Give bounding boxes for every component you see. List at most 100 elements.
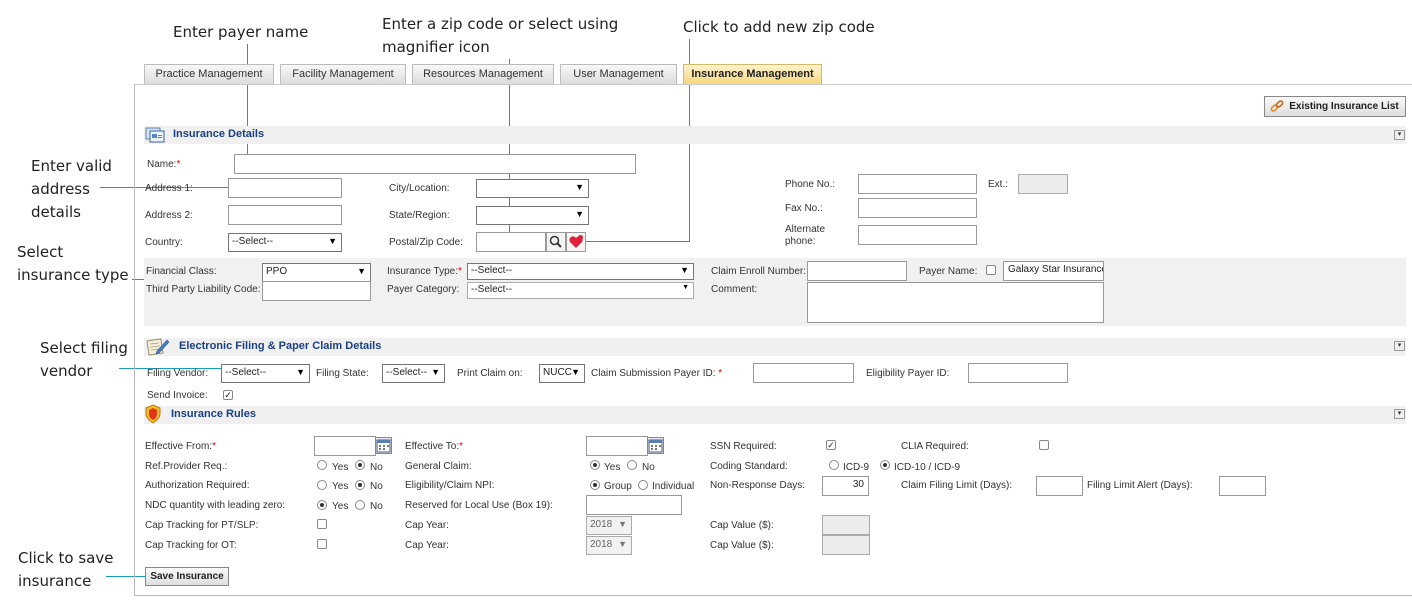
- reserved-local-input[interactable]: [586, 495, 682, 515]
- name-input[interactable]: [234, 154, 636, 174]
- existing-insurance-list-label: Existing Insurance List: [1289, 101, 1399, 112]
- callout-save-line1: Click to save: [18, 549, 114, 567]
- claim-filing-limit-input[interactable]: [1036, 476, 1083, 496]
- tab-resources-management[interactable]: Resources Management: [412, 64, 554, 84]
- state-select[interactable]: ▼: [476, 206, 589, 225]
- save-insurance-button[interactable]: Save Insurance: [145, 567, 229, 586]
- filing-vendor-value: --Select--: [225, 367, 267, 378]
- alt-phone-input[interactable]: [858, 225, 977, 245]
- ssn-required-checkbox[interactable]: ✓: [826, 440, 836, 450]
- cap-ot-checkbox[interactable]: [317, 539, 327, 549]
- address1-input[interactable]: [228, 178, 342, 198]
- eligibility-payer-label: Eligibility Payer ID:: [866, 368, 950, 379]
- auth-required-label: Authorization Required:: [145, 480, 250, 491]
- payer-category-select[interactable]: --Select-- ▼: [467, 282, 694, 299]
- payer-category-value: --Select--: [471, 284, 513, 295]
- phone-input[interactable]: [858, 174, 977, 194]
- non-response-input[interactable]: 30: [822, 476, 869, 496]
- dropdown-arrow-icon: ▼: [296, 367, 305, 377]
- edit-paper-icon: [145, 337, 170, 360]
- cap-value-pt-label: Cap Value ($):: [710, 520, 774, 531]
- payer-name-input[interactable]: Galaxy Star Insurance: [1003, 261, 1104, 281]
- collapse-details-button[interactable]: ▾: [1394, 130, 1405, 140]
- fax-input[interactable]: [858, 198, 977, 218]
- npi-group-label: Group: [604, 481, 632, 492]
- general-claim-label: General Claim:: [405, 461, 472, 472]
- dropdown-arrow-icon: ▼: [575, 182, 584, 192]
- city-select[interactable]: ▼: [476, 179, 589, 198]
- send-invoice-checkbox[interactable]: ✓: [223, 390, 233, 400]
- ref-provider-no-radio[interactable]: [355, 460, 365, 470]
- zip-input[interactable]: [476, 232, 546, 252]
- collapse-rules-button[interactable]: ▾: [1394, 409, 1405, 419]
- callout-ins-type-line2: insurance type: [17, 266, 129, 284]
- ndc-no-radio[interactable]: [355, 500, 365, 510]
- existing-insurance-list-button[interactable]: Existing Insurance List: [1264, 96, 1406, 117]
- effective-to-input[interactable]: [586, 436, 648, 456]
- general-claim-yes-label: Yes: [604, 462, 621, 473]
- callout-filing-line1: Select filing: [40, 339, 128, 357]
- filing-limit-alert-input[interactable]: [1219, 476, 1266, 496]
- ext-input[interactable]: [1018, 174, 1068, 194]
- zip-search-button[interactable]: [546, 232, 566, 252]
- dropdown-arrow-icon: ▼: [328, 236, 337, 246]
- payer-name-label: Payer Name:: [919, 266, 978, 277]
- cap-value-ot-input[interactable]: [822, 535, 870, 555]
- filing-vendor-select[interactable]: --Select-- ▼: [221, 364, 310, 383]
- non-response-label: Non-Response Days:: [710, 480, 806, 491]
- cap-pt-checkbox[interactable]: [317, 519, 327, 529]
- cap-pt-label: Cap Tracking for PT/SLP:: [145, 520, 259, 531]
- cap-year-pt-select[interactable]: 2018 ▼: [586, 516, 632, 535]
- third-party-input[interactable]: [262, 281, 371, 301]
- coding-icd9-radio[interactable]: [829, 460, 839, 470]
- auth-no-label: No: [370, 481, 383, 492]
- collapse-filing-button[interactable]: ▾: [1394, 341, 1405, 351]
- npi-individual-radio[interactable]: [638, 480, 648, 490]
- ref-provider-yes-radio[interactable]: [317, 460, 327, 470]
- ndc-yes-radio[interactable]: [317, 500, 327, 510]
- dropdown-arrow-icon: ▼: [571, 367, 580, 377]
- cap-value-pt-input[interactable]: [822, 515, 870, 535]
- auth-no-radio[interactable]: [355, 480, 365, 490]
- npi-group-radio[interactable]: [590, 480, 600, 490]
- dropdown-arrow-icon: ▼: [431, 367, 440, 377]
- eligibility-payer-input[interactable]: [968, 363, 1068, 383]
- filing-state-select[interactable]: --Select-- ▼: [382, 364, 445, 383]
- submission-payer-input[interactable]: [753, 363, 854, 383]
- callout-payer-name: Enter payer name: [173, 23, 309, 41]
- cap-year-ot-label: Cap Year:: [405, 540, 449, 551]
- coding-icd10-radio[interactable]: [880, 460, 890, 470]
- general-claim-yes-radio[interactable]: [590, 460, 600, 470]
- financial-class-select[interactable]: PPO ▼: [262, 263, 371, 282]
- cap-year-ot-value: 2018: [590, 539, 613, 550]
- calendar-icon[interactable]: [647, 437, 664, 454]
- filing-state-label: Filing State:: [316, 368, 369, 379]
- tab-insurance-management[interactable]: Insurance Management: [683, 64, 822, 84]
- auth-yes-label: Yes: [332, 481, 349, 492]
- claim-enroll-label: Claim Enroll Number:: [711, 266, 807, 277]
- calendar-icon[interactable]: [375, 437, 392, 454]
- tab-user-management[interactable]: User Management: [560, 64, 677, 84]
- comment-textarea[interactable]: [807, 282, 1104, 323]
- filing-limit-alert-label: Filing Limit Alert (Days):: [1087, 480, 1193, 491]
- general-claim-no-radio[interactable]: [627, 460, 637, 470]
- print-claim-select[interactable]: NUCC ▼: [539, 364, 585, 383]
- tab-practice-management[interactable]: Practice Management: [144, 64, 274, 84]
- cap-year-ot-select[interactable]: 2018 ▼: [586, 536, 632, 555]
- address2-input[interactable]: [228, 205, 342, 225]
- cap-year-pt-value: 2018: [590, 519, 613, 530]
- clia-required-checkbox[interactable]: [1039, 440, 1049, 450]
- country-select[interactable]: --Select-- ▼: [228, 233, 342, 252]
- payer-name-checkbox[interactable]: [986, 265, 996, 275]
- shield-icon: [144, 404, 162, 427]
- tab-facility-management[interactable]: Facility Management: [280, 64, 406, 84]
- effective-from-label: Effective From:*: [145, 441, 216, 452]
- callout-add-zip: Click to add new zip code: [683, 18, 875, 36]
- effective-from-input[interactable]: [314, 436, 376, 456]
- claim-enroll-input[interactable]: [807, 261, 907, 281]
- add-zip-button[interactable]: [566, 232, 586, 252]
- zip-label: Postal/Zip Code:: [389, 237, 463, 248]
- insurance-type-select[interactable]: --Select-- ▼: [467, 263, 694, 280]
- send-invoice-label: Send Invoice:: [147, 390, 208, 401]
- auth-yes-radio[interactable]: [317, 480, 327, 490]
